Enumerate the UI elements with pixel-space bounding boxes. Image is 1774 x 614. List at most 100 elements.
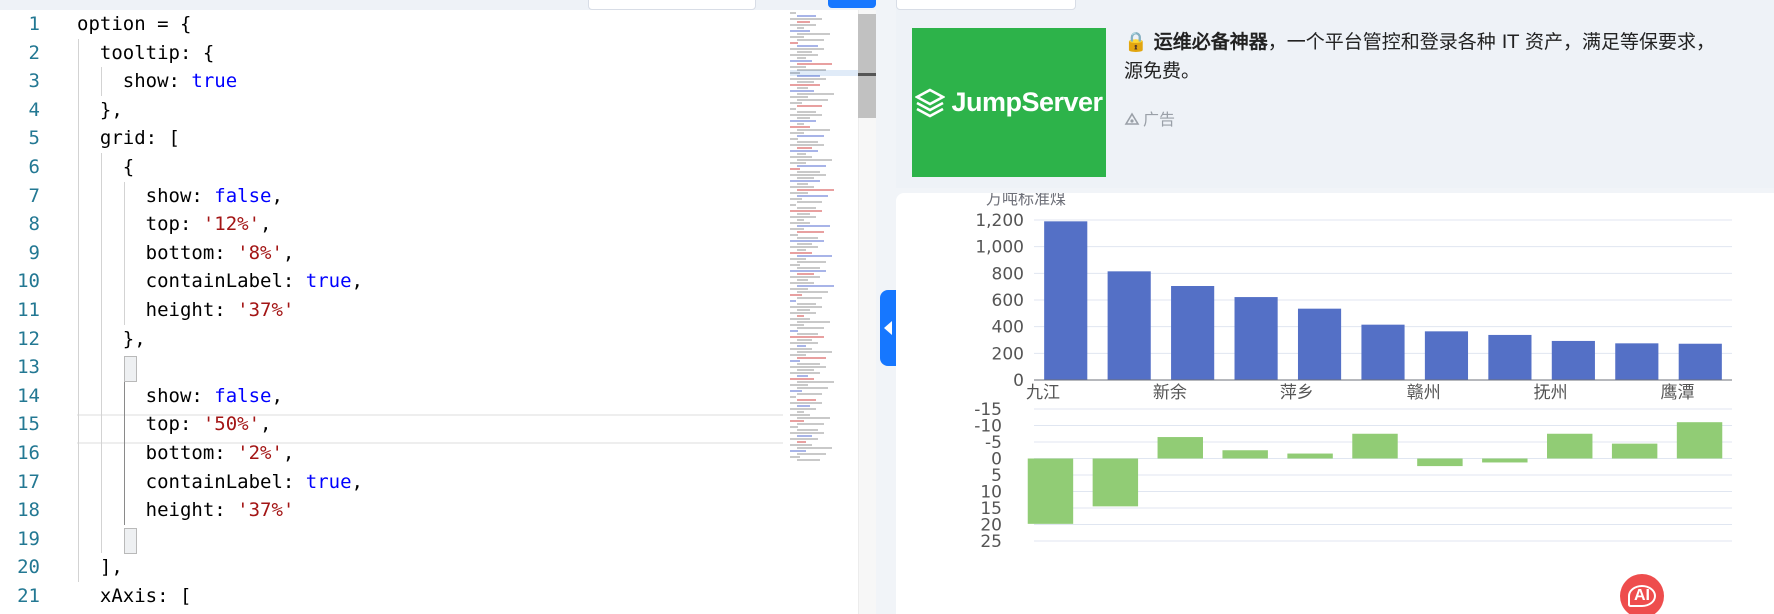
code-token: , — [271, 384, 283, 407]
minimap-line — [790, 216, 816, 218]
minimap-line — [790, 348, 812, 350]
ad-banner[interactable]: JumpServer 🔒 运维必备神器，一个平台管控和登录各种 IT 资产，满足… — [896, 10, 1774, 188]
code-line[interactable]: containLabel: true, — [77, 468, 363, 497]
chart-preview-panel[interactable]: 万吨标准煤 0 200 400 600 800 1,000 1,200 九江 新余 萍乡 赣州 抚州 鹰潭… — [896, 193, 1774, 614]
line-number: 1 — [28, 13, 40, 35]
minimap-line — [797, 315, 804, 317]
toolbar-select[interactable] — [588, 0, 756, 10]
bar — [1547, 433, 1593, 459]
line-number: 5 — [28, 127, 40, 150]
minimap-line — [790, 390, 802, 392]
code-line[interactable]: }, — [77, 325, 146, 354]
run-button[interactable] — [828, 0, 876, 8]
minimap-line — [790, 450, 806, 452]
editor-scrollbar-thumb[interactable] — [858, 14, 876, 118]
line-number: 18 — [17, 499, 40, 522]
code-line[interactable]: height: '37%' — [77, 296, 295, 325]
toolbar-select-right[interactable] — [896, 0, 1076, 10]
minimap-line — [797, 225, 830, 227]
minimap-line — [790, 240, 824, 242]
minimap-line — [790, 174, 826, 176]
code-editor[interactable]: 1 2 3 4 5 6 7 8 9 10 11 12 13 14 15 16 17 18 19 20 21 option… — [0, 10, 877, 614]
code-token: '2%' — [237, 442, 283, 464]
minimap-line — [797, 399, 816, 401]
minimap[interactable] — [790, 10, 858, 614]
minimap-line — [797, 243, 812, 245]
minimap-line — [797, 285, 834, 287]
code-line[interactable]: containLabel: true, — [77, 267, 363, 296]
code-line[interactable]: ], — [77, 553, 123, 582]
minimap-line — [797, 357, 826, 359]
matched-bracket — [124, 528, 137, 554]
minimap-line — [790, 198, 802, 200]
minimap-line — [790, 258, 806, 260]
code-line[interactable]: grid: [ — [77, 124, 180, 153]
minimap-line — [790, 66, 806, 68]
minimap-line — [797, 21, 810, 23]
minimap-line — [790, 414, 810, 416]
lock-icon: 🔒 — [1124, 31, 1148, 53]
ai-assistant-button[interactable]: AI — [1620, 574, 1664, 614]
code-line[interactable]: bottom: '8%', — [77, 239, 295, 268]
ai-label: AI — [1628, 585, 1656, 607]
code-line[interactable]: show: false, — [77, 382, 283, 411]
code-line[interactable]: { — [77, 153, 134, 182]
minimap-line — [797, 141, 818, 143]
indent-guide — [78, 38, 79, 582]
line-number: 8 — [28, 213, 40, 236]
code-line[interactable]: bottom: '2%', — [77, 439, 295, 468]
code-line[interactable]: show: false, — [77, 182, 283, 211]
ad-headline-rest: ，一个平台管控和登录各种 IT 资产，满足等保要求， — [1267, 31, 1716, 53]
minimap-line — [790, 276, 820, 278]
minimap-line — [790, 432, 824, 434]
minimap-line — [797, 51, 812, 53]
minimap-line — [797, 333, 818, 335]
minimap-line — [790, 420, 804, 422]
minimap-line — [797, 147, 812, 149]
bar — [1287, 453, 1333, 459]
code-token: ], — [77, 556, 123, 579]
minimap-line — [797, 327, 824, 329]
collapse-toggle-button[interactable] — [880, 290, 896, 366]
code-line[interactable]: xAxis: [ — [77, 582, 192, 611]
minimap-viewport[interactable] — [790, 70, 860, 76]
minimap-line — [797, 255, 832, 257]
minimap-line — [790, 54, 818, 56]
minimap-line — [790, 78, 826, 80]
code-token: true — [305, 270, 352, 293]
minimap-line — [790, 264, 800, 266]
line-number: 2 — [28, 41, 40, 64]
indent-guide — [123, 181, 125, 325]
scrollbar-cursor-marker — [858, 73, 876, 76]
code-line[interactable]: }, — [77, 96, 123, 125]
minimap-line — [790, 120, 816, 122]
minimap-line — [790, 360, 800, 362]
code-token: '50%' — [202, 413, 261, 436]
code-line[interactable]: top: '50%', — [77, 410, 272, 439]
ad-headline[interactable]: 🔒 运维必备神器，一个平台管控和登录各种 IT 资产，满足等保要求， 源免费。 — [1124, 28, 1774, 86]
y-tick-label: 1,000 — [975, 238, 1024, 258]
code-token: true — [191, 70, 238, 93]
code-line[interactable]: height: '37%' — [77, 496, 295, 525]
indent-guide — [100, 153, 102, 554]
code-token: { — [77, 156, 135, 178]
minimap-line — [790, 366, 826, 368]
line-number: 16 — [17, 442, 40, 464]
ad-tag-text: 广告 — [1143, 110, 1176, 129]
minimap-line — [797, 345, 806, 347]
jumpserver-logo[interactable]: JumpServer — [912, 28, 1106, 177]
minimap-line — [790, 90, 814, 92]
code-line[interactable]: top: '12%', — [77, 210, 272, 239]
bar — [1676, 422, 1723, 459]
code-line[interactable]: option = { — [77, 10, 191, 39]
bar — [1488, 334, 1532, 380]
code-area[interactable]: option = { tooltip: { show: true }, grid… — [77, 10, 783, 614]
minimap-line — [797, 381, 834, 383]
echarts-canvas[interactable]: 万吨标准煤 0 200 400 600 800 1,000 1,200 九江 新余 萍乡 赣州 抚州 鹰潭… — [896, 193, 1774, 614]
y-tick-label: 25 — [980, 532, 1002, 552]
code-line[interactable]: tooltip: { — [77, 39, 214, 68]
bar — [1352, 433, 1398, 459]
bar — [1027, 458, 1074, 524]
code-token: }, — [77, 327, 146, 350]
minimap-line — [797, 27, 804, 29]
